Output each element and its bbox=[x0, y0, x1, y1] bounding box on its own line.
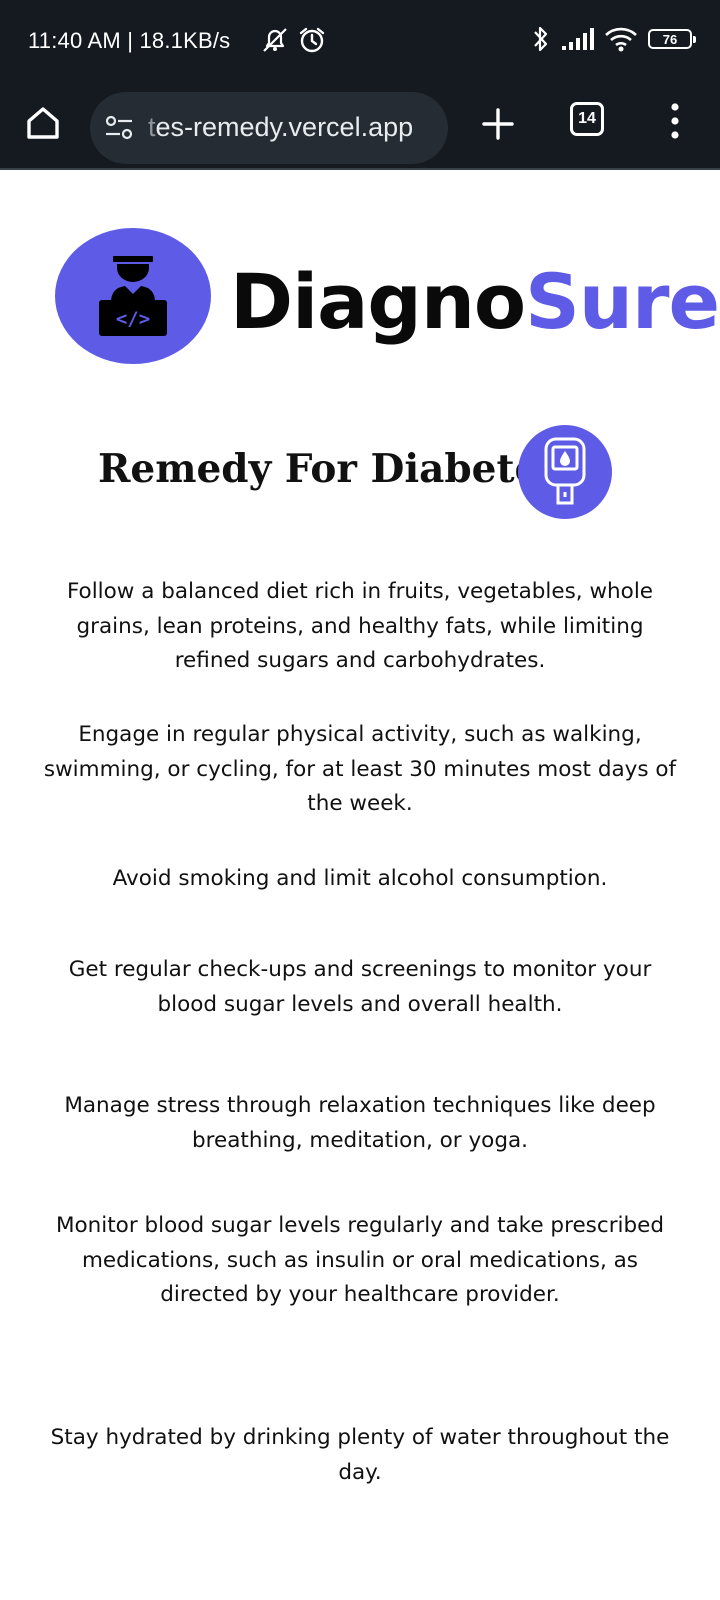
status-bar: 11:40 AM | 18.1KB/s 76 bbox=[0, 0, 720, 86]
tip-text: Manage stress through relaxation techniq… bbox=[64, 1093, 656, 1153]
status-icons-left bbox=[260, 26, 326, 54]
glucose-meter-icon bbox=[544, 437, 586, 505]
address-bar[interactable]: tes-remedy.vercel.app bbox=[90, 92, 448, 164]
alarm-clock-icon bbox=[299, 27, 325, 53]
home-button[interactable] bbox=[22, 102, 64, 144]
browser-toolbar: tes-remedy.vercel.app 14 bbox=[0, 86, 720, 170]
tip-text: Monitor blood sugar levels regularly and… bbox=[55, 1213, 665, 1307]
page-title: Remedy For Diabetes bbox=[98, 446, 562, 492]
more-menu-icon[interactable] bbox=[660, 100, 690, 142]
tip-text: Get regular check-ups and screenings to … bbox=[68, 957, 652, 1017]
tip-text: Avoid smoking and limit alcohol consumpt… bbox=[112, 866, 608, 891]
home-icon bbox=[27, 107, 59, 139]
brand-name-part1: Diagno bbox=[230, 257, 526, 346]
battery-icon: 76 bbox=[648, 29, 696, 49]
tab-count: 14 bbox=[578, 110, 596, 127]
svg-text:</>: </> bbox=[116, 308, 150, 330]
developer-laptop-icon: </> bbox=[99, 256, 167, 336]
url-visible: es-remedy.vercel.app bbox=[155, 112, 414, 142]
tip-text: Engage in regular physical activity, suc… bbox=[43, 722, 677, 816]
site-settings-icon[interactable] bbox=[104, 114, 134, 142]
brand-name: DiagnoSure bbox=[230, 264, 720, 340]
brand-name-part2: Sure bbox=[525, 257, 720, 346]
battery-tip bbox=[693, 36, 696, 43]
url-faded-prefix: t bbox=[148, 112, 156, 142]
brand-logo[interactable]: </> bbox=[55, 228, 211, 364]
battery-level: 76 bbox=[662, 31, 678, 47]
glucose-meter-badge bbox=[518, 425, 612, 519]
bluetooth-icon bbox=[534, 26, 548, 52]
page-heading: Remedy For Diabetes bbox=[0, 424, 720, 520]
new-tab-icon[interactable] bbox=[478, 104, 518, 144]
tip-text: Follow a balanced diet rich in fruits, v… bbox=[66, 579, 654, 673]
alarm-off-icon bbox=[263, 28, 287, 52]
status-time: 11:40 AM | 18.1KB/s bbox=[28, 28, 231, 53]
tabs-button[interactable]: 14 bbox=[570, 102, 604, 136]
url-text[interactable]: tes-remedy.vercel.app bbox=[148, 112, 413, 143]
wifi-icon bbox=[605, 27, 637, 52]
status-icons-right: 76 bbox=[532, 24, 696, 54]
tip-text: Stay hydrated by drinking plenty of wate… bbox=[50, 1425, 670, 1485]
signal-icon bbox=[562, 28, 594, 50]
